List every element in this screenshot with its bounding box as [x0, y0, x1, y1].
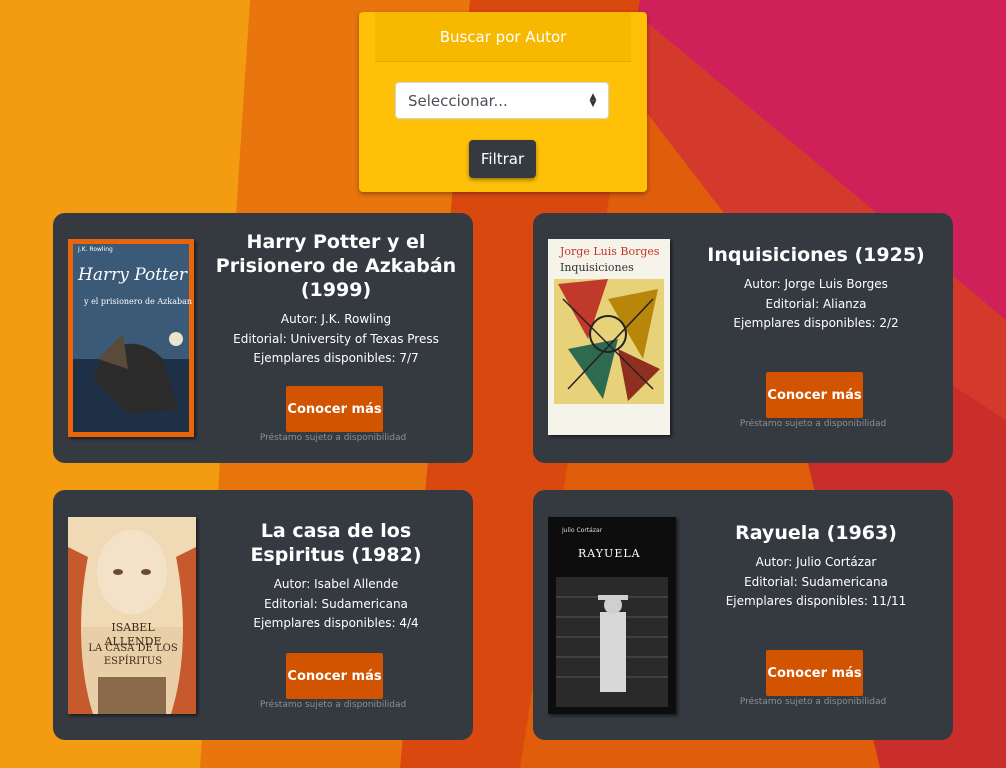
book-publisher: Editorial: Alianza — [765, 296, 867, 311]
book-author: Autor: Julio Cortázar — [755, 555, 877, 569]
book-copies: Ejemplares disponibles: 7/7 — [253, 351, 419, 365]
availability-note: Préstamo sujeto a disponibilidad — [739, 697, 887, 707]
book-copies: Ejemplares disponibles: 2/2 — [733, 316, 899, 330]
filter-header: Buscar por Autor — [375, 12, 631, 62]
author-filter-panel: Buscar por Autor Seleccionar... ▲ ▼ Filtr… — [359, 12, 647, 192]
book-cover-la-casa: ISABEL ALLENDE LA CASA DE LOS ESPÍRITUS — [68, 517, 196, 714]
book-card-inquisiciones: Jorge Luis Borges Inquisiciones Inquisic… — [533, 213, 953, 463]
cover-author: J.K. Rowling — [78, 246, 113, 253]
book-publisher: Editorial: Sudamericana — [744, 574, 888, 589]
book-info: Inquisiciones (1925) Autor: Jorge Luis B… — [691, 243, 941, 334]
availability-note: Préstamo sujeto a disponibilidad — [259, 700, 407, 710]
book-publisher: Editorial: Sudamericana — [264, 596, 408, 611]
availability-note: Préstamo sujeto a disponibilidad — [739, 419, 887, 429]
book-cover-harry-potter: J.K. Rowling Harry Potter y el prisioner… — [68, 239, 194, 437]
select-caret-icon: ▲ ▼ — [589, 92, 597, 109]
author-select[interactable]: Seleccionar... ▲ ▼ — [395, 82, 609, 119]
book-author: Autor: J.K. Rowling — [280, 312, 392, 326]
cover-author: Jorge Luis Borges — [560, 245, 660, 258]
book-title: La casa de los Espiritus (1982) — [250, 520, 422, 566]
cover-title: Inquisiciones — [560, 261, 634, 274]
book-title: Rayuela (1963) — [735, 522, 897, 544]
book-cover-rayuela: Julio Cortázar RAYUELA — [548, 517, 676, 714]
book-card-la-casa-de-los-espiritus: ISABEL ALLENDE LA CASA DE LOS ESPÍRITUS … — [53, 490, 473, 740]
cover-title: RAYUELA — [578, 547, 641, 560]
book-cover-inquisiciones: Jorge Luis Borges Inquisiciones — [548, 239, 670, 435]
cover-title: LA CASA DE LOS ESPÍRITUS — [88, 643, 178, 667]
book-title: Harry Potter y el Prisionero de Azkabán … — [215, 231, 457, 301]
availability-note: Préstamo sujeto a disponibilidad — [259, 433, 407, 443]
book-copies: Ejemplares disponibles: 4/4 — [253, 616, 419, 630]
book-card-rayuela: Julio Cortázar RAYUELA Rayuela (1963) Au… — [533, 490, 953, 740]
cover-author: Julio Cortázar — [562, 527, 603, 534]
book-info: Harry Potter y el Prisionero de Azkabán … — [211, 230, 461, 369]
book-publisher: Editorial: University of Texas Press — [233, 331, 439, 346]
book-author: Autor: Isabel Allende — [273, 577, 399, 591]
book-copies: Ejemplares disponibles: 11/11 — [725, 594, 907, 608]
more-info-button[interactable]: Conocer más — [286, 386, 383, 432]
filter-button[interactable]: Filtrar — [469, 140, 536, 178]
cover-subtitle: y el prisionero de Azkaban — [84, 297, 193, 306]
book-title: Inquisiciones (1925) — [707, 244, 925, 266]
more-info-button[interactable]: Conocer más — [766, 650, 863, 696]
book-info: Rayuela (1963) Autor: Julio Cortázar Edi… — [691, 521, 941, 612]
more-info-button[interactable]: Conocer más — [286, 653, 383, 699]
book-info: La casa de los Espiritus (1982) Autor: I… — [211, 519, 461, 634]
author-select-value: Seleccionar... — [408, 91, 508, 110]
cover-title: Harry Potter — [78, 265, 188, 285]
book-card-harry-potter: J.K. Rowling Harry Potter y el prisioner… — [53, 213, 473, 463]
book-author: Autor: Jorge Luis Borges — [744, 277, 888, 291]
more-info-button[interactable]: Conocer más — [766, 372, 863, 418]
